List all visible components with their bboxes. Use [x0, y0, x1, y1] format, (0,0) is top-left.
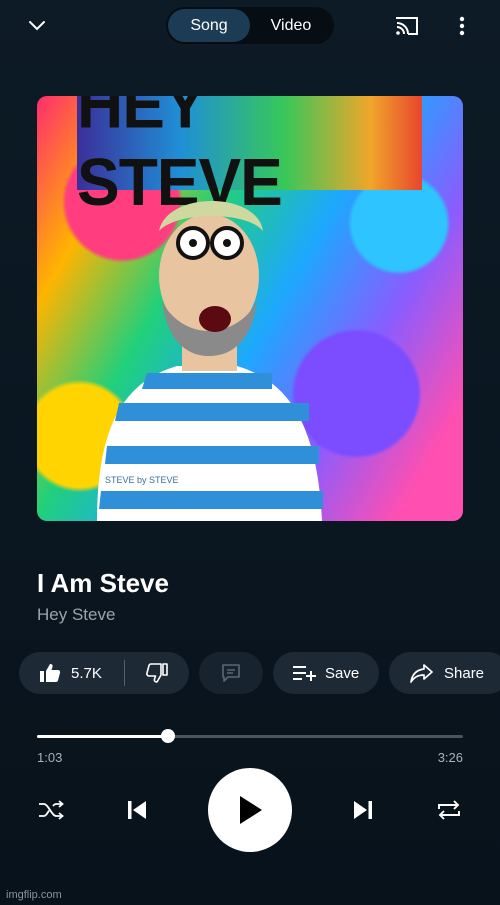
play-button[interactable] — [208, 768, 292, 852]
comment-icon — [222, 664, 240, 682]
previous-track-icon[interactable] — [122, 796, 152, 824]
more-vert-icon[interactable] — [450, 12, 474, 40]
progress-fill — [37, 735, 168, 738]
like-button[interactable]: 5.7K — [19, 652, 124, 694]
action-bar: 5.7K Save Share — [19, 652, 500, 694]
playlist-add-icon — [293, 666, 316, 681]
cast-icon[interactable] — [392, 12, 422, 40]
thumbs-down-icon — [146, 663, 168, 683]
like-count: 5.7K — [71, 664, 102, 682]
like-dislike-pill: 5.7K — [19, 652, 189, 694]
save-button[interactable]: Save — [273, 652, 379, 694]
playback-controls — [0, 768, 500, 852]
save-label: Save — [325, 664, 360, 682]
album-art: HEY STEVE STEVE by STEVE — [37, 96, 463, 521]
total-time: 3:26 — [437, 750, 463, 765]
shuffle-icon[interactable] — [36, 796, 66, 824]
share-label: Share — [444, 664, 485, 682]
current-time: 1:03 — [37, 750, 63, 765]
artist-name[interactable]: Hey Steve — [37, 605, 115, 625]
progress-thumb[interactable] — [160, 729, 175, 743]
shirt-text: STEVE by STEVE — [105, 475, 179, 485]
repeat-icon[interactable] — [434, 796, 464, 824]
song-video-toggle: Song Video — [166, 7, 334, 44]
dislike-button[interactable] — [125, 652, 189, 694]
progress-bar[interactable] — [37, 729, 463, 743]
song-title: I Am Steve — [37, 568, 169, 598]
play-icon — [240, 796, 262, 824]
tab-song[interactable]: Song — [168, 9, 250, 42]
album-art-figure: STEVE by STEVE — [97, 201, 323, 521]
share-button[interactable]: Share — [389, 652, 500, 694]
comments-button[interactable] — [199, 652, 263, 694]
watermark: imgflip.com — [6, 889, 62, 901]
next-track-icon[interactable] — [348, 796, 378, 824]
chevron-down-icon[interactable] — [22, 12, 52, 40]
share-icon — [410, 664, 433, 683]
top-bar: Song Video — [0, 0, 500, 52]
album-art-title: HEY STEVE — [77, 96, 422, 220]
thumbs-up-icon — [40, 664, 61, 682]
tab-video[interactable]: Video — [250, 9, 332, 42]
